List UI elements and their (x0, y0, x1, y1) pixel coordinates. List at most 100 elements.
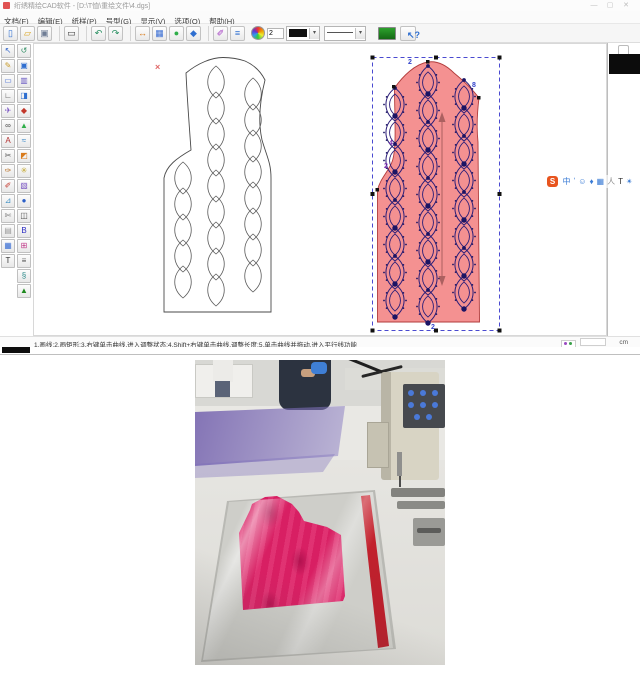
plane-icon: ✈ (5, 106, 12, 115)
status-row (0, 347, 640, 354)
text-a-tool[interactable]: A (1, 134, 15, 148)
redo-button[interactable]: ↷ (108, 26, 123, 41)
inspect-tool[interactable]: ∞ (1, 119, 15, 133)
ime-punctuation-icon[interactable]: ʼ (574, 175, 576, 188)
fill-color-button[interactable]: ● (169, 26, 184, 41)
corner-fill-tool[interactable]: ◩ (17, 149, 31, 163)
undo-button[interactable]: ↶ (91, 26, 106, 41)
work-area: ↖ ✎ ▭ ∟ ✈ ∞ A ✂✑ ✐ ⊿ ✄ ▤ ▦ T ↺▣▥◨ ◆ ▲ ≈ ◩✳▧●◫ B ⊞ ≡ § ▲ (0, 43, 640, 336)
vest-outline-path[interactable] (164, 58, 271, 313)
table-grid-icon: ▦ (4, 241, 12, 250)
hatch-tool[interactable]: ▥ (17, 74, 31, 88)
measure-button[interactable]: ↔ (135, 26, 150, 41)
bold-b-tool[interactable]: B (17, 224, 31, 238)
dot-tool[interactable]: ● (17, 194, 31, 208)
ruler-tool[interactable]: ▤ (1, 224, 15, 238)
segment-label-right: 8 (472, 82, 476, 89)
triangle-icon: ▲ (20, 121, 28, 130)
rotate-tool[interactable]: ↺ (17, 44, 31, 58)
ime-voice-icon[interactable]: ♦ (589, 175, 593, 188)
cut-icon: ✄ (5, 211, 12, 220)
ime-text-icon[interactable]: T (618, 175, 623, 188)
grid-view-button[interactable]: ▦ (152, 26, 167, 41)
pen-tool[interactable]: ✑ (1, 164, 15, 178)
scissors-tool[interactable]: ✂ (1, 149, 15, 163)
letter-t-icon: T (6, 256, 11, 265)
context-help-button[interactable]: ↖? (400, 26, 416, 41)
flask-icon: ⊿ (5, 196, 12, 205)
toolbar-separator (130, 26, 131, 41)
maximize-button[interactable]: ▢ (604, 1, 616, 10)
delete-mark: × (155, 62, 160, 72)
ime-emoji-icon[interactable]: ☺ (578, 175, 586, 188)
toolbar-separator (86, 26, 87, 41)
smudge-tool[interactable]: ✐ (1, 179, 15, 193)
letter-a-icon: A (5, 136, 10, 145)
new-file-button[interactable]: ▯ (3, 26, 18, 41)
brush-button[interactable]: ✐ (213, 26, 228, 41)
menu-bar: 文档(F)编辑(E)纸样(P)号型(G)显示(V)选项(O)帮助(H) (0, 11, 640, 24)
line-style-select[interactable]: ▾ (324, 26, 366, 41)
panel-tool[interactable]: ▣ (17, 59, 31, 73)
align-button[interactable]: ≡ (230, 26, 245, 41)
diamond-tool[interactable]: ◆ (17, 104, 31, 118)
rectangle-tool[interactable]: ▭ (1, 74, 15, 88)
scale-input[interactable] (580, 338, 606, 346)
level-tool[interactable]: § (17, 269, 31, 283)
line-style-swatch (327, 29, 353, 37)
save-icon: ▣ (40, 28, 49, 38)
line-width-input[interactable] (267, 28, 284, 39)
waves-icon: ≈ (22, 136, 26, 145)
fly-stitch-tool[interactable]: ✈ (1, 104, 15, 118)
diamond-icon: ◆ (21, 106, 27, 115)
wave-tool[interactable]: ≈ (17, 134, 31, 148)
ruler-icon: ▤ (4, 226, 12, 235)
corner-line-icon: ∟ (4, 91, 12, 100)
design-canvas[interactable]: × 2 8 4 2 2 (33, 43, 607, 336)
segment-label-bottom: 2 (431, 324, 435, 331)
star-tool[interactable]: ✳ (17, 164, 31, 178)
plus-grid-tool[interactable]: ⊞ (17, 239, 31, 253)
cut-tool[interactable]: ✄ (1, 209, 15, 223)
select-tool[interactable]: ↖ (1, 44, 15, 58)
flask-tool[interactable]: ⊿ (1, 194, 15, 208)
frame-icon: ▭ (67, 28, 76, 38)
close-button[interactable]: ✕ (620, 1, 632, 10)
open-file-button[interactable]: ▱ (20, 26, 35, 41)
select-arrow-icon: ↖ (5, 46, 12, 55)
pencil-tool[interactable]: ✎ (1, 59, 15, 73)
half-fill-tool[interactable]: ◨ (17, 89, 31, 103)
mountain-icon: ▲ (20, 286, 28, 295)
line-color-select[interactable]: ▾ (286, 26, 320, 41)
lines-icon: ≡ (22, 256, 27, 265)
bucket-icon: ◆ (190, 28, 197, 38)
hatch2-tool[interactable]: ▧ (17, 179, 31, 193)
letter-b-icon: B (21, 226, 26, 235)
drawing-frame-button[interactable]: ▭ (64, 26, 79, 41)
bucket-fill-button[interactable]: ◆ (186, 26, 201, 41)
mountain-tool[interactable]: ▲ (17, 284, 31, 298)
table-tool[interactable]: ▦ (1, 239, 15, 253)
color-wheel-icon[interactable] (251, 26, 265, 40)
ime-chinese-icon[interactable]: 中 (563, 175, 571, 188)
title-bar: 绗绣精绘CAD软件 - [D:\T恤\重绘文件\4.dgs] — ▢ ✕ (0, 0, 640, 11)
triangle-tool[interactable]: ▲ (17, 119, 31, 133)
minimize-button[interactable]: — (588, 1, 600, 10)
text-t-tool[interactable]: T (1, 254, 15, 268)
pencil-icon: ✎ (5, 61, 12, 70)
corner-line-tool[interactable]: ∟ (1, 89, 15, 103)
lines-tool[interactable]: ≡ (17, 254, 31, 268)
sogou-logo-icon[interactable]: S (547, 176, 558, 187)
brush-shoe-icon: ✐ (5, 181, 12, 190)
ime-person-icon[interactable]: 人 (607, 175, 615, 188)
toolbar-separator (59, 26, 60, 41)
save-file-button[interactable]: ▣ (37, 26, 52, 41)
boxes-tool[interactable]: ◫ (17, 209, 31, 223)
page: 绗绣精绘CAD软件 - [D:\T恤\重绘文件\4.dgs] — ▢ ✕ 文档(… (0, 0, 640, 674)
ime-tools-icon[interactable]: ✴ (626, 175, 633, 188)
pattern-swatch-black[interactable] (609, 54, 640, 74)
pattern-list-panel (607, 43, 640, 336)
run-button[interactable] (378, 27, 396, 40)
ime-keyboard-icon[interactable]: ▦ (597, 175, 605, 188)
window-title: 绗绣精绘CAD软件 - [D:\T恤\重绘文件\4.dgs] (14, 1, 150, 11)
